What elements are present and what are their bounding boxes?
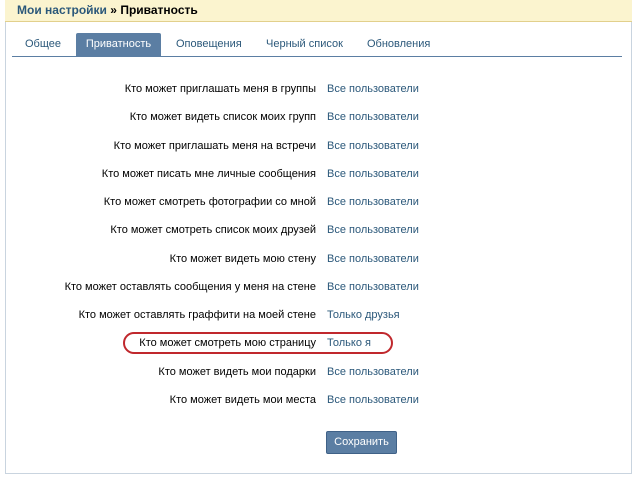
setting-label: Кто может оставлять граффити на моей сте… — [78, 309, 316, 321]
setting-label: Кто может смотреть список моих друзей — [110, 224, 316, 236]
tab-blacklist[interactable]: Черный список — [266, 33, 343, 56]
setting-value-link[interactable]: Только друзья — [327, 307, 400, 323]
breadcrumb: Мои настройки » Приватность — [5, 0, 632, 22]
setting-value-link[interactable]: Все пользователи — [327, 166, 419, 182]
setting-value-link[interactable]: Все пользователи — [327, 392, 419, 408]
setting-label: Кто может приглашать меня в группы — [124, 83, 316, 95]
page-title: Приватность — [120, 3, 198, 17]
setting-label: Кто может смотреть фотографии со мной — [103, 196, 316, 208]
setting-label: Кто может видеть мои подарки — [158, 366, 316, 378]
breadcrumb-separator: » — [110, 3, 117, 17]
setting-label: Кто может приглашать меня на встречи — [113, 140, 316, 152]
highlight-annotation — [123, 332, 393, 354]
setting-value-link[interactable]: Все пользователи — [327, 279, 419, 295]
tab-general[interactable]: Общее — [25, 33, 61, 56]
setting-value-link[interactable]: Все пользователи — [327, 364, 419, 380]
setting-label: Кто может видеть список моих групп — [129, 111, 316, 123]
tab-privacy[interactable]: Приватность — [76, 33, 161, 56]
breadcrumb-parent-link[interactable]: Мои настройки — [17, 3, 107, 17]
setting-value-link[interactable]: Все пользователи — [327, 109, 419, 125]
setting-value-link[interactable]: Все пользователи — [327, 222, 419, 238]
setting-value-link[interactable]: Все пользователи — [327, 81, 419, 97]
tab-updates[interactable]: Обновления — [367, 33, 430, 56]
setting-value-link[interactable]: Все пользователи — [327, 251, 419, 267]
setting-value-link[interactable]: Все пользователи — [327, 194, 419, 210]
setting-label: Кто может писать мне личные сообщения — [101, 168, 316, 180]
setting-label: Кто может оставлять сообщения у меня на … — [64, 281, 316, 293]
save-button[interactable]: Сохранить — [326, 431, 397, 454]
tab-underline — [12, 56, 622, 57]
setting-value-link[interactable]: Все пользователи — [327, 138, 419, 154]
tab-notifications[interactable]: Оповещения — [176, 33, 242, 56]
setting-label: Кто может видеть мою стену — [169, 253, 316, 265]
setting-label: Кто может видеть мои места — [169, 394, 316, 406]
